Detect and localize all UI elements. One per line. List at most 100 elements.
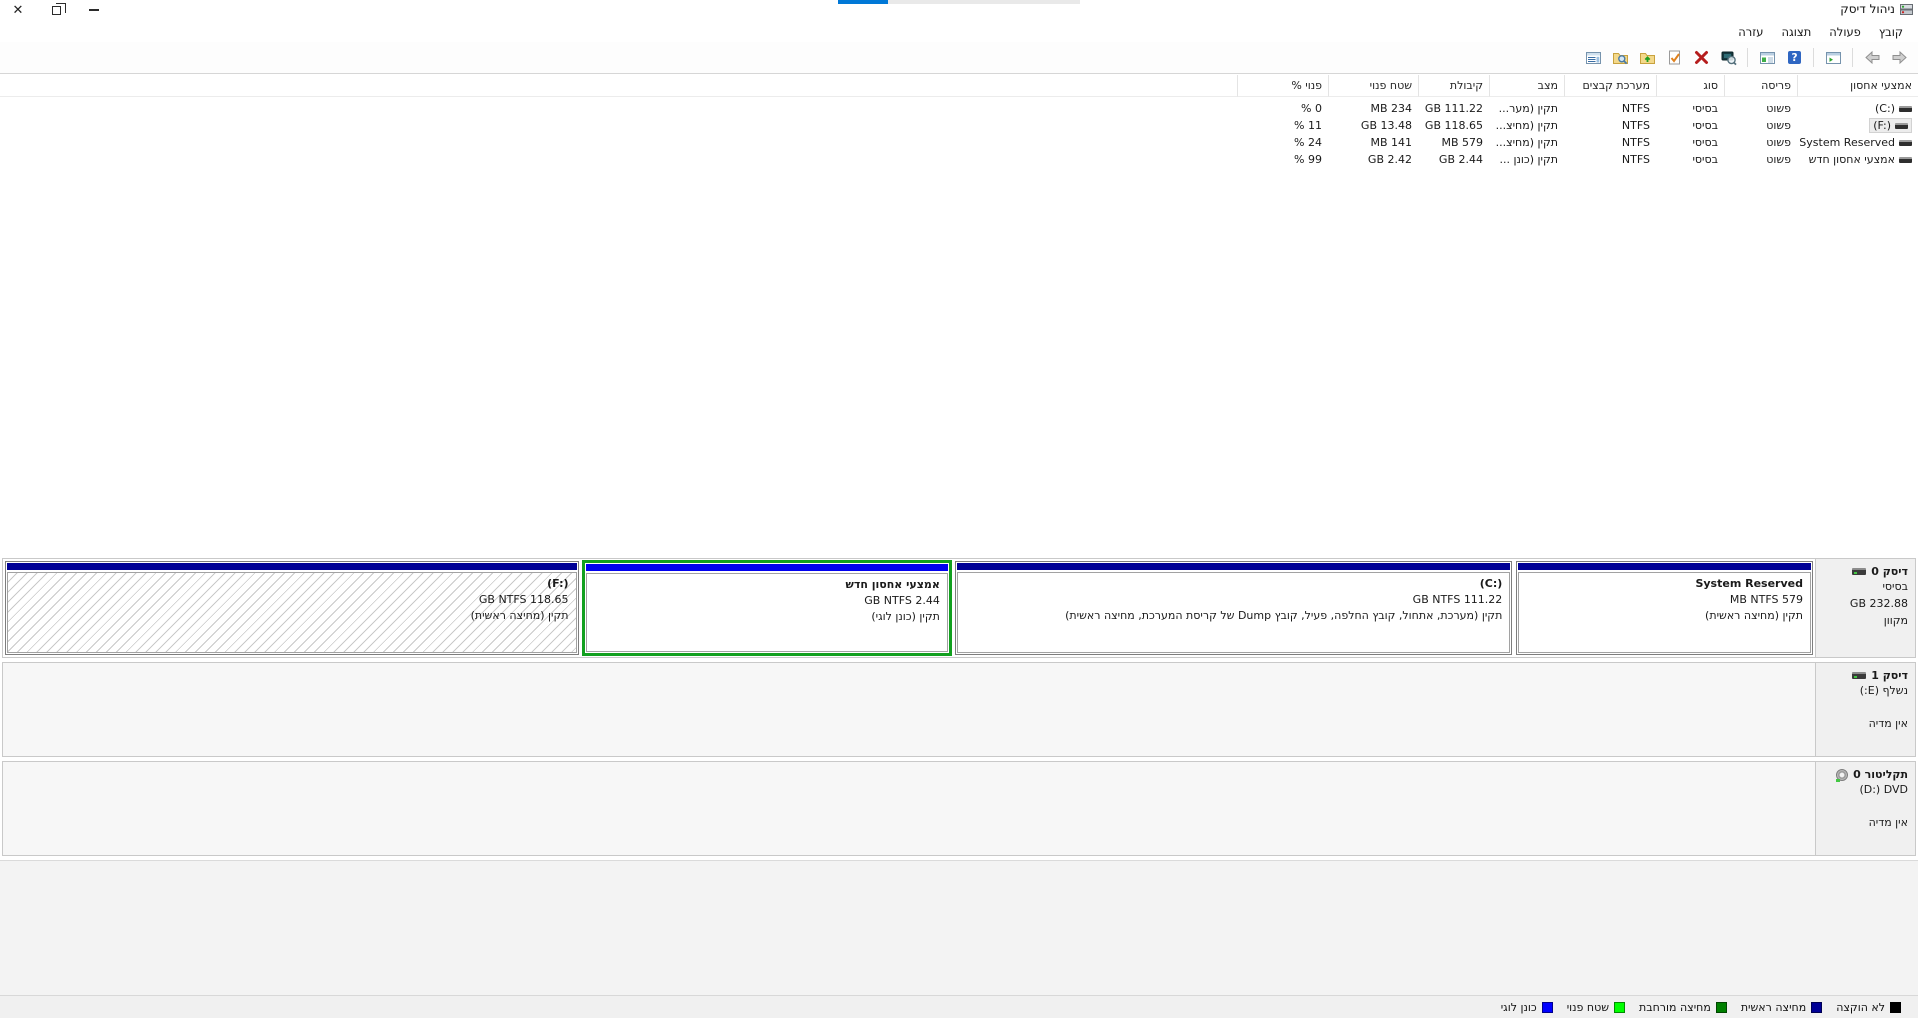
volume-layout: פשוט [1724,134,1797,151]
partition-name: (F:) [547,577,568,590]
graphical-view: דיסק 0 בסיסי 232.88 GB מקוון System Rese… [0,554,1918,995]
disk-1-row: דיסק 1 נשלף (E:) אין מדיה [2,662,1916,757]
cdrom-0-no-media-area[interactable] [3,762,1815,855]
toolbar-separator [1852,48,1853,67]
col-header-pct-free[interactable]: פנוי % [1237,75,1328,97]
volume-pct-free: 0 % [1237,100,1328,117]
menu-help[interactable]: עזרה [1729,23,1772,41]
minimize-button[interactable] [84,1,104,19]
col-header-capacity[interactable]: קיבולת [1418,75,1489,97]
back-arrow-icon[interactable] [1861,47,1883,69]
volume-type: בסיסי [1656,151,1724,168]
legend-swatch-primary [1811,1002,1822,1013]
volume-capacity: 111.22 GB [1418,100,1489,117]
volume-free: 2.42 GB [1328,151,1418,168]
app-icon [1900,3,1913,16]
volume-fs: NTFS [1564,134,1656,151]
table-row-volume-f-selected[interactable]: (F:) פשוט בסיסי NTFS תקין (מחיצ... 118.6… [0,117,1918,134]
volume-layout: פשוט [1724,151,1797,168]
table-row-volume-new[interactable]: אמצעי אחסון חדש פשוט בסיסי NTFS תקין (כו… [0,151,1918,168]
svg-text:?: ? [1791,52,1797,64]
disk-1-no-media-area[interactable] [3,663,1815,756]
legend-logical-drive: כונן לוגי [1501,1001,1553,1014]
partition-status: תקין (כונן לוגי) [591,609,940,625]
restore-button[interactable] [46,1,66,19]
disk-0-info-panel[interactable]: דיסק 0 בסיסי 232.88 GB מקוון [1815,559,1915,657]
help-icon[interactable]: ? [1783,47,1805,69]
volume-status: תקין (מחיצ... [1489,134,1564,151]
table-row-volume-c[interactable]: (C:) פשוט בסיסי NTFS תקין (מער... 111.22… [0,100,1918,117]
cdrom-0-row: תקליטור 0 (D:) DVD אין מדיה [2,761,1916,856]
properties-window-icon[interactable] [1756,47,1778,69]
disk-0-size: 232.88 GB [1820,595,1908,612]
col-header-file-system[interactable]: מערכת קבצים [1564,75,1656,97]
col-header-layout[interactable]: פריסה [1724,75,1797,97]
disk-1-info-panel[interactable]: דיסק 1 נשלף (E:) אין מדיה [1815,663,1915,756]
disk-0-status: מקוון [1820,612,1908,629]
legend-swatch-extended [1716,1002,1727,1013]
background-window-accent-strip [838,0,888,4]
volume-type: בסיסי [1656,100,1724,117]
volumes-table-body: (C:) פשוט בסיסי NTFS תקין (מער... 111.22… [0,97,1918,168]
menu-view[interactable]: תצוגה [1772,23,1820,41]
selected-volume-highlight: (F:) [1869,118,1912,133]
col-header-free-space[interactable]: שטח פנוי [1328,75,1418,97]
legend-swatch-free-space [1614,1002,1625,1013]
selected-partition-hatch: (F:) 118.65 GB NTFS תקין (מחיצה ראשית) [7,572,577,653]
background-window-strip [888,0,1080,4]
close-button[interactable]: ✕ [8,1,28,19]
partition-name: אמצעי אחסון חדש [591,577,940,593]
legend-unallocated: לא הוקצה [1836,1001,1901,1014]
partition-name: System Reserved [1695,577,1803,590]
window-title: ניהול דיסק [1840,2,1895,16]
restore-icon [52,6,61,15]
partition-size: 579 MB NTFS [1523,592,1803,608]
list-view-icon[interactable] [1582,47,1604,69]
primary-partition-stripe [7,563,577,570]
table-row-volume-system-reserved[interactable]: System Reserved פשוט בסיסי NTFS תקין (מח… [0,134,1918,151]
open-folder-icon[interactable] [1636,47,1658,69]
col-header-status[interactable]: מצב [1489,75,1564,97]
volumes-list-view: אמצעי אחסון פריסה סוג מערכת קבצים מצב קי… [0,75,1918,554]
primary-partition-stripe [957,563,1510,570]
menu-file[interactable]: קובץ [1870,23,1912,41]
cd-rom-icon [1836,769,1848,781]
minimize-icon [89,9,99,11]
view-settings-icon[interactable] [1717,47,1739,69]
disk-0-label: דיסק 0 [1871,565,1908,578]
partition-c[interactable]: (C:) 111.22 GB NTFS תקין (מערכת, אתחול, … [955,561,1512,655]
volume-type: בסיסי [1656,134,1724,151]
volume-status: תקין (מער... [1489,100,1564,117]
volume-type: בסיסי [1656,117,1724,134]
volume-status: תקין (מחיצ... [1489,117,1564,134]
volume-name: אמצעי אחסון חדש [1809,151,1895,168]
volume-icon [1899,140,1912,146]
partition-f-selected[interactable]: (F:) 118.65 GB NTFS תקין (מחיצה ראשית) [5,561,579,655]
mark-partition-active-icon[interactable] [1663,47,1685,69]
volume-free: 234 MB [1328,100,1418,117]
volume-name: (C:) [1875,100,1895,117]
partition-name: (C:) [1480,577,1503,590]
partition-size: 111.22 GB NTFS [962,592,1502,608]
legend-bar: לא הוקצה מחיצה ראשית מחיצה מורחבת שטח פנ… [0,995,1918,1018]
cdrom-0-media-status: אין מדיה [1820,814,1908,831]
partition-new-volume-extended[interactable]: אמצעי אחסון חדש 2.44 GB NTFS תקין (כונן … [582,560,952,656]
volume-status: תקין (כונן ... [1489,151,1564,168]
partition-system-reserved[interactable]: System Reserved 579 MB NTFS תקין (מחיצה … [1516,561,1813,655]
partition-status: תקין (מחיצה ראשית) [1523,608,1803,624]
volume-pct-free: 24 % [1237,134,1328,151]
col-header-volume[interactable]: אמצעי אחסון [1797,75,1918,97]
forward-arrow-icon[interactable] [1888,47,1910,69]
col-header-type[interactable]: סוג [1656,75,1724,97]
disk-0-partitions: System Reserved 579 MB NTFS תקין (מחיצה … [3,559,1815,657]
explore-folder-icon[interactable] [1609,47,1631,69]
volumes-table-header: אמצעי אחסון פריסה סוג מערכת קבצים מצב קי… [0,75,1918,97]
delete-volume-icon[interactable] [1690,47,1712,69]
menu-action[interactable]: פעולה [1820,23,1870,41]
show-console-tree-icon[interactable] [1822,47,1844,69]
cdrom-0-info-panel[interactable]: תקליטור 0 (D:) DVD אין מדיה [1815,762,1915,855]
volume-icon [1895,123,1908,129]
logical-drive-stripe [586,564,948,571]
cdrom-0-label: תקליטור 0 [1853,768,1908,781]
legend-extended-partition: מחיצה מורחבת [1639,1001,1727,1014]
